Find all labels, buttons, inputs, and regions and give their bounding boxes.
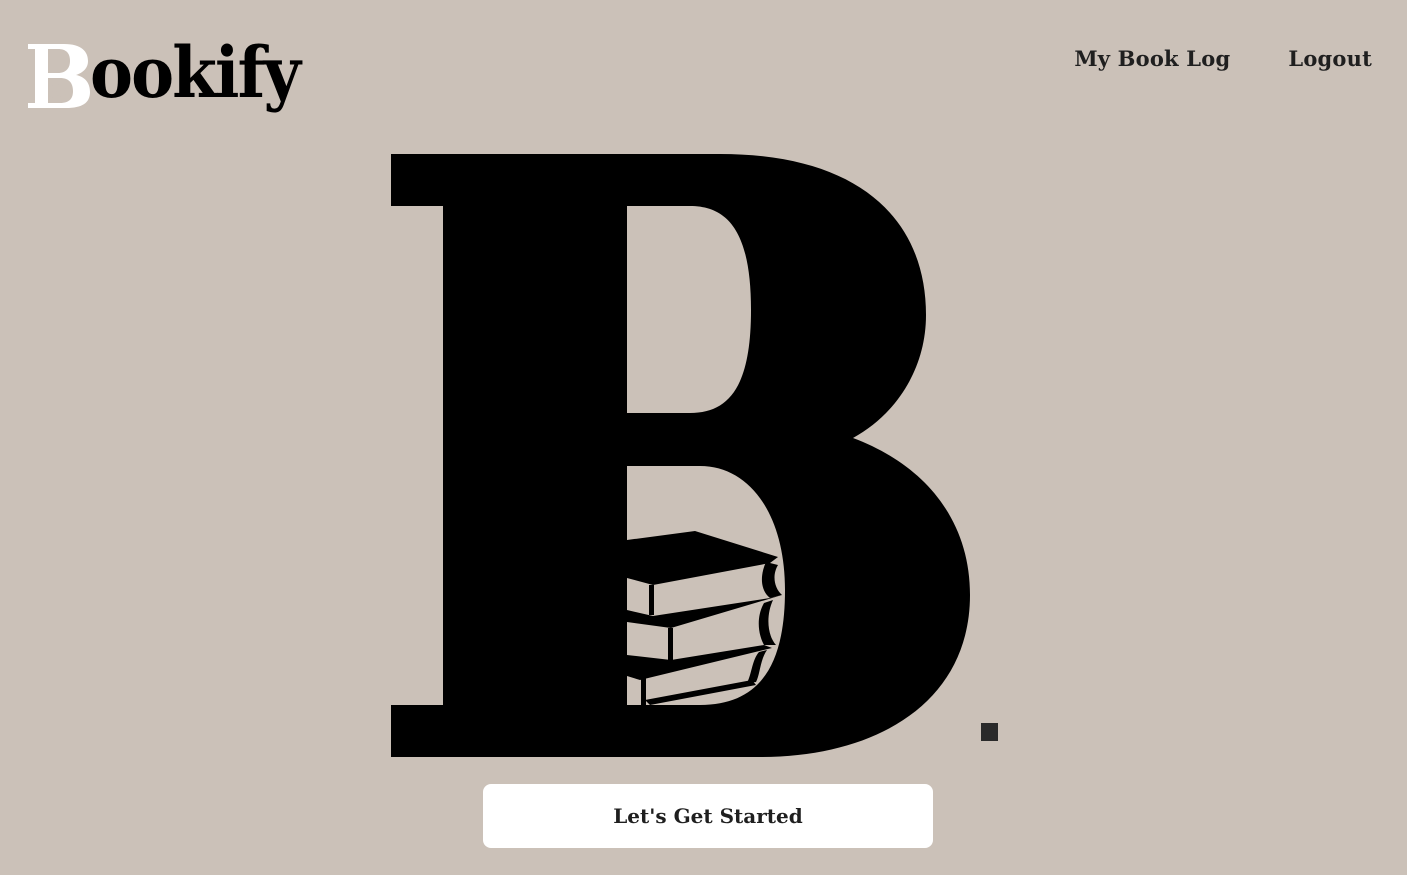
landing-page: ookify My Book Log Logout Let's Get Star… <box>0 0 1407 875</box>
get-started-button[interactable]: Let's Get Started <box>483 784 933 848</box>
hero-b-logo-icon <box>391 154 998 757</box>
